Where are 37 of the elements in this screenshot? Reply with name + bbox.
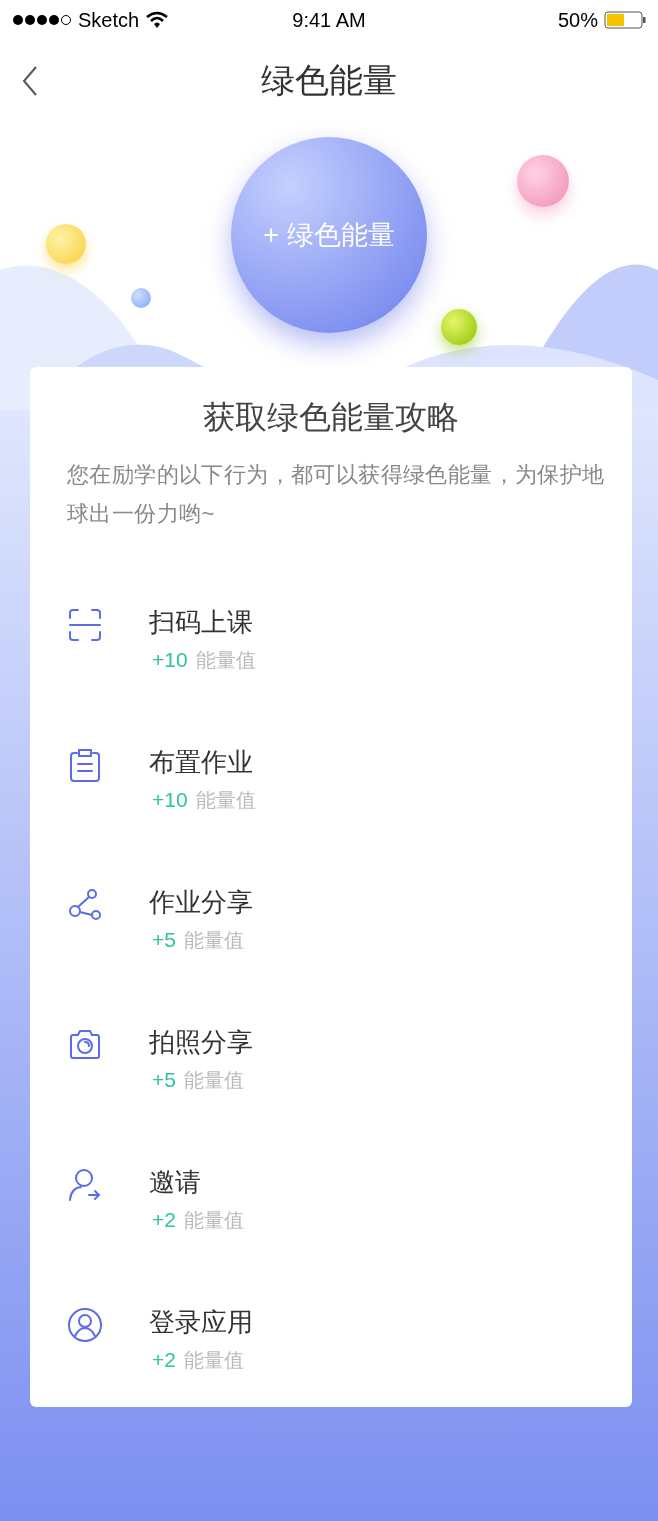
- energy-unit: 能量值: [183, 1208, 244, 1233]
- energy-points: +2: [152, 1207, 176, 1233]
- energy-unit: 能量值: [183, 1348, 244, 1373]
- energy-points: +5: [152, 1067, 176, 1093]
- carrier-name: Sketch: [78, 8, 140, 32]
- ball-icon: [131, 288, 151, 308]
- wifi-icon: [145, 11, 170, 29]
- scan-icon: [67, 607, 103, 643]
- battery-percent: 50%: [557, 8, 598, 32]
- user-arrow-icon: [67, 1167, 103, 1203]
- energy-points: +5: [152, 927, 176, 953]
- item-title: 邀请: [149, 1166, 202, 1199]
- item-title: 拍照分享: [149, 1026, 253, 1059]
- energy-unit: 能量值: [195, 788, 256, 813]
- item-title: 作业分享: [149, 886, 253, 919]
- ball-icon: [441, 309, 477, 345]
- ball-icon: [46, 224, 86, 264]
- clipboard-icon: [67, 747, 103, 783]
- share-icon: [67, 887, 103, 923]
- item-title: 布置作业: [149, 746, 254, 779]
- energy-unit: 能量值: [183, 1068, 244, 1093]
- energy-points: +10: [152, 647, 188, 673]
- energy-unit: 能量值: [183, 928, 244, 953]
- status-time: 9:41 AM: [292, 8, 366, 32]
- page-title: 绿色能量: [261, 60, 397, 101]
- ball-icon: [517, 155, 569, 207]
- energy-orb-button[interactable]: + 绿色能量: [231, 137, 427, 333]
- item-title: 扫码上课: [149, 606, 254, 639]
- battery-icon: [604, 11, 646, 29]
- energy-unit: 能量值: [195, 648, 256, 673]
- energy-points: +10: [152, 787, 188, 813]
- signal-icon: [12, 14, 72, 26]
- item-title: 登录应用: [149, 1306, 253, 1339]
- card-title: 获取绿色能量攻略: [202, 398, 460, 437]
- card-description: 您在励学的以下行为，都可以获得绿色能量，为保护地球出一份力哟~: [67, 461, 606, 528]
- user-circle-icon: [67, 1307, 103, 1343]
- energy-points: +2: [152, 1347, 176, 1373]
